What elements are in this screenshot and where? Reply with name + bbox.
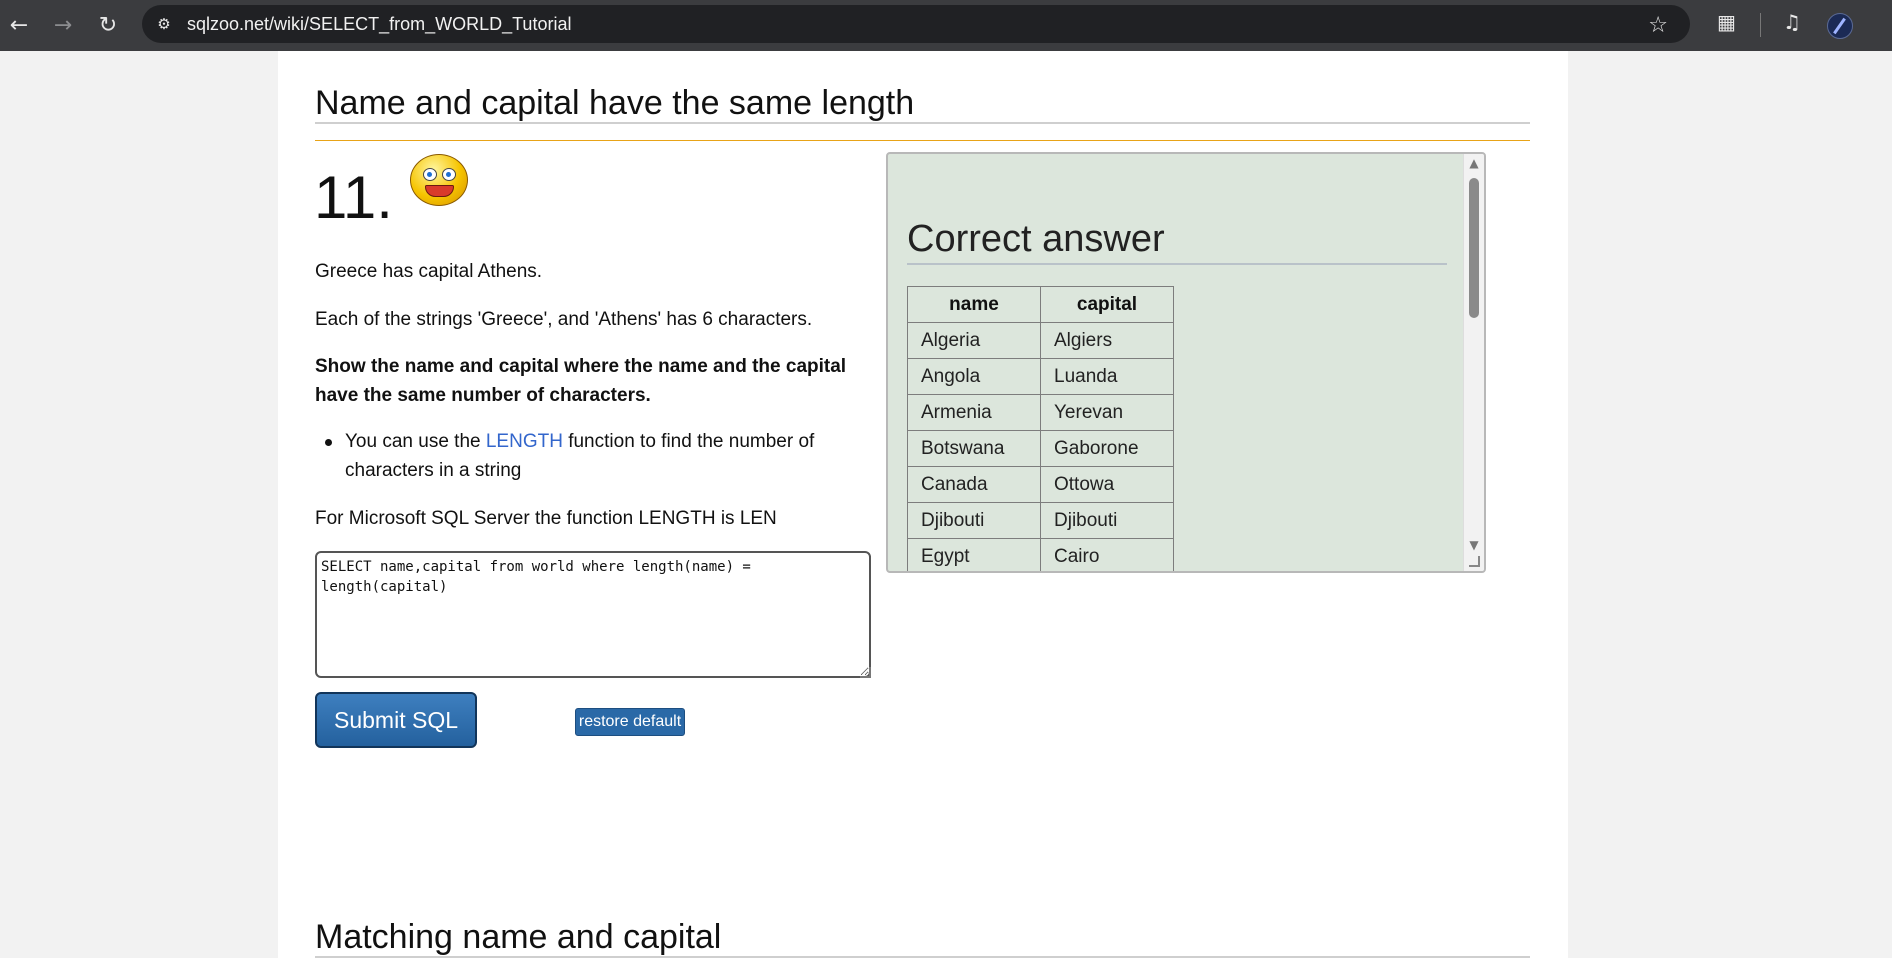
table-row: Armenia Yerevan [907, 394, 1174, 431]
answer-scrollbar[interactable]: ▲ ▼ [1463, 154, 1484, 571]
cell-capital: Yerevan [1040, 394, 1174, 431]
cell-name: Canada [907, 466, 1041, 503]
page-content: Name and capital have the same length 11… [278, 51, 1568, 958]
cell-name: Djibouti [907, 502, 1041, 539]
sql-line-2: length(capital) [321, 579, 448, 595]
correct-answer-panel[interactable]: Correct answer name capital Algeria Algie… [886, 152, 1486, 573]
cell-capital: Cairo [1040, 538, 1174, 571]
column-header-capital: capital [1040, 286, 1174, 323]
extensions-icon[interactable]: ▦ [1717, 10, 1736, 34]
answer-title-underline [907, 263, 1447, 265]
toolbar-separator [1760, 13, 1761, 37]
table-row: Algeria Algiers [907, 322, 1174, 359]
table-row: Canada Ottowa [907, 466, 1174, 503]
hint-prefix: You can use the [345, 431, 486, 452]
address-bar[interactable]: ⚙ sqlzoo.net/wiki/SELECT_from_WORLD_Tuto… [142, 5, 1690, 43]
cell-capital: Djibouti [1040, 502, 1174, 539]
cell-capital: Algiers [1040, 322, 1174, 359]
task-line-2: have the same number of characters. [315, 385, 651, 406]
bullet-icon [325, 439, 332, 446]
star-icon[interactable]: ☆ [1648, 13, 1668, 38]
cell-name: Armenia [907, 394, 1041, 431]
cell-capital: Gaborone [1040, 430, 1174, 467]
table-row: Angola Luanda [907, 358, 1174, 395]
forward-arrow-icon[interactable]: → [46, 8, 80, 42]
hint-list: You can use the LENGTH function to find … [315, 427, 855, 485]
scroll-up-arrow-icon[interactable]: ▲ [1467, 157, 1481, 169]
restore-default-button[interactable]: restore default [575, 708, 685, 736]
task-instruction: Show the name and capital where the name… [315, 352, 855, 410]
cell-name: Botswana [907, 430, 1041, 467]
table-header-row: name capital [907, 286, 1174, 323]
sql-server-note: For Microsoft SQL Server the function LE… [315, 508, 777, 529]
length-link[interactable]: LENGTH [486, 431, 563, 452]
cell-name: Angola [907, 358, 1041, 395]
scroll-down-arrow-icon[interactable]: ▼ [1467, 539, 1481, 551]
table-row: Djibouti Djibouti [907, 502, 1174, 539]
answer-table: name capital Algeria Algiers Angola Luanda… [907, 286, 1174, 571]
table-row: Botswana Gaborone [907, 430, 1174, 467]
heading-underline [315, 122, 1530, 124]
profile-avatar-icon[interactable] [1827, 13, 1853, 39]
submit-sql-button[interactable]: Submit SQL [315, 692, 477, 748]
cell-capital: Ottowa [1040, 466, 1174, 503]
cell-capital: Luanda [1040, 358, 1174, 395]
cell-name: Egypt [907, 538, 1041, 571]
answer-title: Correct answer [907, 218, 1165, 260]
editor-resize-handle[interactable] [860, 667, 871, 678]
list-item: You can use the LENGTH function to find … [315, 427, 855, 485]
next-section-heading: Matching name and capital [315, 918, 722, 956]
media-icon[interactable]: ♫ [1783, 10, 1801, 34]
hint-suffix: function to find the number of [562, 431, 815, 452]
question-divider [315, 140, 1530, 141]
browser-toolbar: ← → ↻ ⚙ sqlzoo.net/wiki/SELECT_from_WORL… [0, 0, 1892, 51]
column-header-name: name [907, 286, 1041, 323]
sql-editor[interactable]: SELECT name,capital from world where len… [315, 551, 871, 678]
section-heading: Name and capital have the same length [315, 84, 915, 122]
scrollbar-thumb[interactable] [1469, 178, 1479, 318]
cell-name: Algeria [907, 322, 1041, 359]
panel-resize-handle[interactable] [1469, 556, 1480, 567]
question-number: 11. [314, 164, 393, 231]
paragraph-characters: Each of the strings 'Greece', and 'Athen… [315, 309, 813, 330]
table-row: Egypt Cairo [907, 538, 1174, 571]
hint-line-2: characters in a string [345, 460, 522, 481]
paragraph-greece: Greece has capital Athens. [315, 261, 543, 282]
sql-line-1: SELECT name,capital from world where len… [321, 559, 751, 575]
site-info-icon[interactable]: ⚙ [154, 14, 174, 34]
reload-icon[interactable]: ↻ [91, 8, 125, 42]
url-text[interactable]: sqlzoo.net/wiki/SELECT_from_WORLD_Tutori… [187, 14, 571, 35]
smiley-face-icon [410, 154, 468, 206]
task-line-1: Show the name and capital where the name… [315, 356, 847, 377]
back-arrow-icon[interactable]: ← [2, 8, 36, 42]
